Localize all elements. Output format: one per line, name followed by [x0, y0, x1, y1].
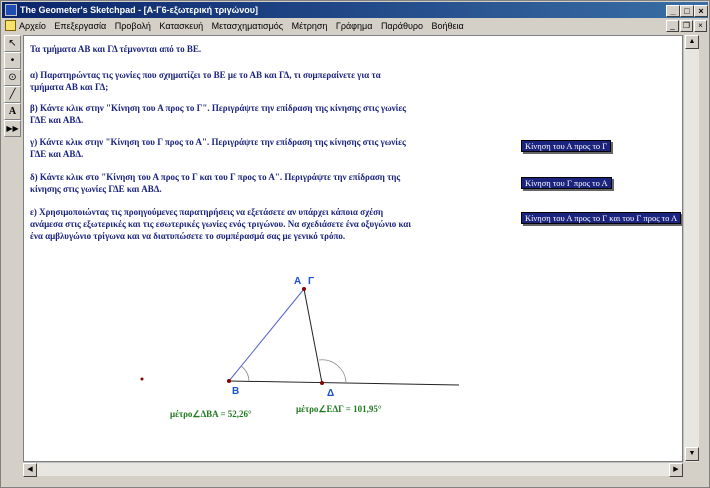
- segment-ab[interactable]: [228, 288, 305, 382]
- menu-bar: Αρχείο Επεξεργασία Προβολή Κατασκευή Μετ…: [2, 18, 708, 34]
- close-button[interactable]: ×: [694, 5, 708, 17]
- menu-transform[interactable]: Μετασχηματισμός: [212, 21, 283, 31]
- segment-gd[interactable]: [303, 288, 323, 384]
- menu-construct[interactable]: Κατασκευή: [159, 21, 203, 31]
- point-b[interactable]: [227, 379, 231, 383]
- app-window: The Geometer's Sketchpad - [Α-Γ6-εξωτερι…: [0, 0, 710, 488]
- arrow-tool-icon[interactable]: ↖: [4, 35, 21, 52]
- label-g: Γ: [308, 276, 314, 287]
- menu-file[interactable]: Αρχείο: [19, 21, 46, 31]
- point-free[interactable]: [140, 377, 144, 381]
- measure-dba[interactable]: μέτρο∠ΔΒΑ = 52,26°: [170, 409, 252, 419]
- window-title: The Geometer's Sketchpad - [Α-Γ6-εξωτερι…: [20, 5, 259, 15]
- toolbox: ↖ • ⊙ ╱ A ▶▶: [4, 35, 21, 137]
- point-ag[interactable]: [302, 287, 306, 291]
- sketchpad-app-icon: [5, 4, 17, 16]
- angle-mark-d: [318, 359, 347, 385]
- scroll-up-icon[interactable]: ▲: [685, 35, 699, 49]
- compass-tool-icon[interactable]: ⊙: [4, 69, 21, 86]
- doc-close-button[interactable]: ×: [694, 20, 707, 32]
- point-d[interactable]: [320, 381, 324, 385]
- title-bar[interactable]: The Geometer's Sketchpad - [Α-Γ6-εξωτερι…: [2, 2, 708, 18]
- status-bar: [2, 477, 708, 487]
- doc-minimize-button[interactable]: _: [666, 20, 679, 32]
- menu-window[interactable]: Παράθυρο: [381, 21, 423, 31]
- label-a: Α: [294, 276, 301, 287]
- document-icon[interactable]: [5, 20, 16, 31]
- measure-edg[interactable]: μέτρο∠ΕΔΓ = 101,95°: [296, 404, 382, 414]
- maximize-button[interactable]: □: [680, 5, 694, 17]
- vertical-scrollbar[interactable]: ▲ ▼: [683, 35, 699, 462]
- menu-edit[interactable]: Επεξεργασία: [54, 21, 106, 31]
- angle-mark-b: [240, 365, 250, 382]
- label-d: Δ: [327, 388, 334, 399]
- straightedge-tool-icon[interactable]: ╱: [4, 86, 21, 103]
- ray-be[interactable]: [228, 380, 460, 386]
- text-tool-icon[interactable]: A: [4, 103, 21, 120]
- menu-measure[interactable]: Μέτρηση: [292, 21, 328, 31]
- menu-graph[interactable]: Γράφημα: [336, 21, 373, 31]
- doc-restore-button[interactable]: ❐: [680, 20, 693, 32]
- scroll-right-icon[interactable]: ▶: [669, 463, 683, 477]
- scroll-left-icon[interactable]: ◀: [23, 463, 37, 477]
- custom-tool-icon[interactable]: ▶▶: [4, 120, 21, 137]
- geometry-figure: Α Γ Β Δ μέτρο∠ΔΒΑ = 52,26° μέτρο∠ΕΔΓ = 1…: [140, 276, 460, 419]
- scroll-down-icon[interactable]: ▼: [685, 447, 699, 461]
- sketch-canvas[interactable]: Τα τμήματα ΑΒ και ΓΔ τέμνονται από το ΒΕ…: [23, 35, 683, 462]
- menu-help[interactable]: Βοήθεια: [432, 21, 464, 31]
- point-tool-icon[interactable]: •: [4, 52, 21, 69]
- horizontal-scrollbar[interactable]: ◀ ▶: [23, 462, 683, 477]
- label-b: Β: [232, 386, 239, 397]
- menu-display[interactable]: Προβολή: [115, 21, 151, 31]
- minimize-button[interactable]: _: [666, 5, 680, 17]
